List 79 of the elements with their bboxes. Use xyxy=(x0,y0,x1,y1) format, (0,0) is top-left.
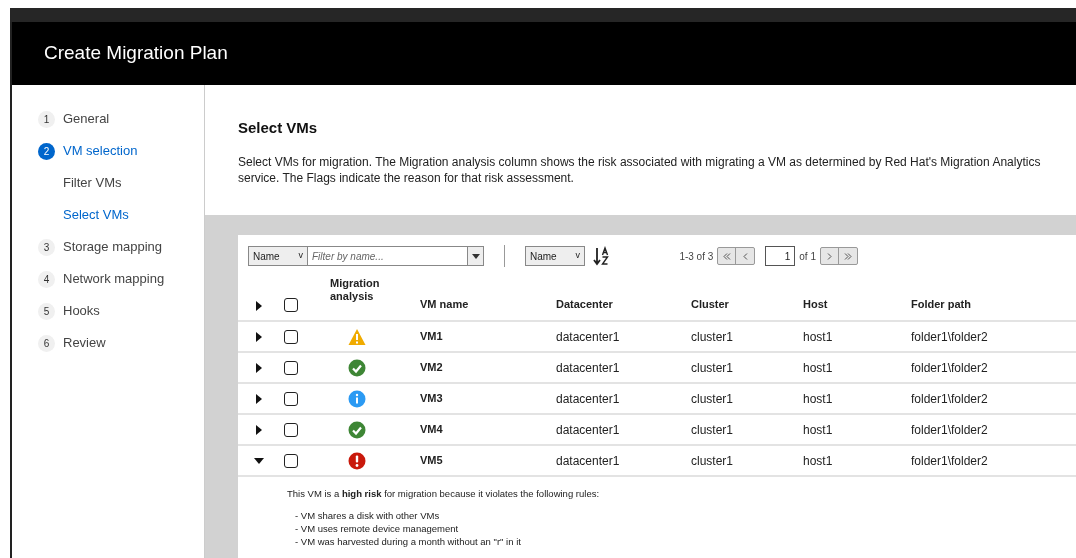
step-number: 5 xyxy=(38,302,55,320)
row-checkbox[interactable] xyxy=(284,391,298,406)
host-cell-text: host1 xyxy=(803,452,834,470)
wizard-step[interactable]: 4 Network mapping xyxy=(38,263,204,295)
vm-name-cell-text: VM3 xyxy=(420,391,444,407)
row-checkbox[interactable] xyxy=(284,298,298,312)
rule-text: - VM was harvested during a month without an "r" in it xyxy=(294,535,522,549)
column-header[interactable]: Migration analysis xyxy=(330,275,390,303)
chevron-right-icon xyxy=(827,252,832,260)
caret-right-icon[interactable] xyxy=(254,331,264,342)
chevron-left-icon xyxy=(742,252,748,260)
caret-right-icon[interactable] xyxy=(254,362,264,373)
dialog-title: Create Migration Plan xyxy=(44,41,228,66)
chevron-icon: v xyxy=(298,249,303,263)
pagination-range: 1-3 of 3 xyxy=(679,249,714,264)
sort-alpha-icon[interactable] xyxy=(593,246,611,266)
datacenter-cell-text: datacenter1 xyxy=(556,328,621,346)
datacenter-cell-text: datacenter1 xyxy=(556,452,621,470)
wizard-step[interactable]: 3 Storage mapping xyxy=(38,231,204,263)
wizard-step[interactable]: 2 VM selection xyxy=(38,135,204,167)
cluster-cell-text: cluster1 xyxy=(691,328,735,346)
step-number: 4 xyxy=(38,270,55,288)
wizard-step[interactable]: 6 Review xyxy=(38,327,204,359)
step-number: 6 xyxy=(38,334,55,352)
host-cell-text: host1 xyxy=(803,359,834,377)
cluster-cell-text: cluster1 xyxy=(691,390,735,408)
caret-right-icon[interactable] xyxy=(254,301,264,311)
double-chevron-left-icon xyxy=(722,252,731,260)
host-cell-text: host1 xyxy=(803,328,834,346)
wizard-step[interactable]: 1 General xyxy=(38,103,204,135)
column-header[interactable]: Datacenter xyxy=(556,295,691,312)
datacenter-cell-text: datacenter1 xyxy=(556,421,621,439)
wizard-substep[interactable]: Select VMs xyxy=(38,199,204,231)
folder-path-cell-text: folder1\folder2 xyxy=(911,390,989,408)
step-number: 1 xyxy=(38,110,55,128)
row-checkbox[interactable] xyxy=(284,360,298,375)
row-checkbox[interactable] xyxy=(284,422,298,437)
folder-path-cell-text: folder1\folder2 xyxy=(911,452,989,470)
chevron-icon: v xyxy=(575,249,580,263)
cluster-cell-text: cluster1 xyxy=(691,359,735,377)
step-number: 3 xyxy=(38,238,55,256)
filter-attribute-select[interactable]: Name v xyxy=(248,246,308,266)
caret-right-icon[interactable] xyxy=(254,393,264,404)
step-number: 2 xyxy=(38,142,55,160)
folder-path-cell-text: folder1\folder2 xyxy=(911,359,989,377)
host-cell-text: host1 xyxy=(803,390,834,408)
caret-down-icon[interactable] xyxy=(254,455,264,466)
page-number-field[interactable]: 1 xyxy=(765,246,796,266)
vm-name-cell-text: VM2 xyxy=(420,360,444,376)
sort-attribute-select[interactable]: Name v xyxy=(525,246,585,266)
vm-name-cell-text: VM5 xyxy=(420,453,444,469)
cluster-cell-text: cluster1 xyxy=(691,421,735,439)
datacenter-cell-text: datacenter1 xyxy=(556,390,621,408)
risk-summary: This VM is a high risk for migration because it violates the following rules: xyxy=(287,487,601,501)
vm-name-cell-text: VM1 xyxy=(420,329,444,345)
folder-path-cell-text: folder1\folder2 xyxy=(911,421,989,439)
dropdown-toggle[interactable] xyxy=(468,246,484,266)
column-header[interactable]: Folder path xyxy=(911,295,1076,312)
cluster-cell-text: cluster1 xyxy=(691,452,735,470)
caret-down-icon xyxy=(471,253,480,259)
rule-text: - VM shares a disk with other VMs xyxy=(294,509,441,523)
wizard-substep[interactable]: Filter VMs xyxy=(38,167,204,199)
section-description: Select VMs for migration. The Migration analysis column shows the risk associated with migrating a VM as determined by Red Hat's Migration Analytics service. The Flags indicate the reason for that risk assessment. xyxy=(238,153,1042,186)
host-cell-text: host1 xyxy=(803,421,834,439)
rule-text: - VM uses remote device management xyxy=(294,522,460,536)
vm-name-cell-text: VM4 xyxy=(420,422,444,438)
wizard-step[interactable]: 5 Hooks xyxy=(38,295,204,327)
section-title: Select VMs xyxy=(238,118,319,138)
double-chevron-right-icon xyxy=(844,252,852,260)
column-header[interactable]: Host xyxy=(803,295,911,312)
column-header[interactable]: VM name xyxy=(420,295,556,312)
filter-field[interactable]: Filter by name... xyxy=(308,246,468,266)
row-checkbox[interactable] xyxy=(284,453,298,468)
caret-right-icon[interactable] xyxy=(254,424,264,435)
column-header[interactable]: Cluster xyxy=(691,295,803,312)
datacenter-cell-text: datacenter1 xyxy=(556,359,621,377)
folder-path-cell-text: folder1\folder2 xyxy=(911,328,989,346)
page-total: of 1 xyxy=(799,249,816,264)
row-checkbox[interactable] xyxy=(284,329,298,344)
